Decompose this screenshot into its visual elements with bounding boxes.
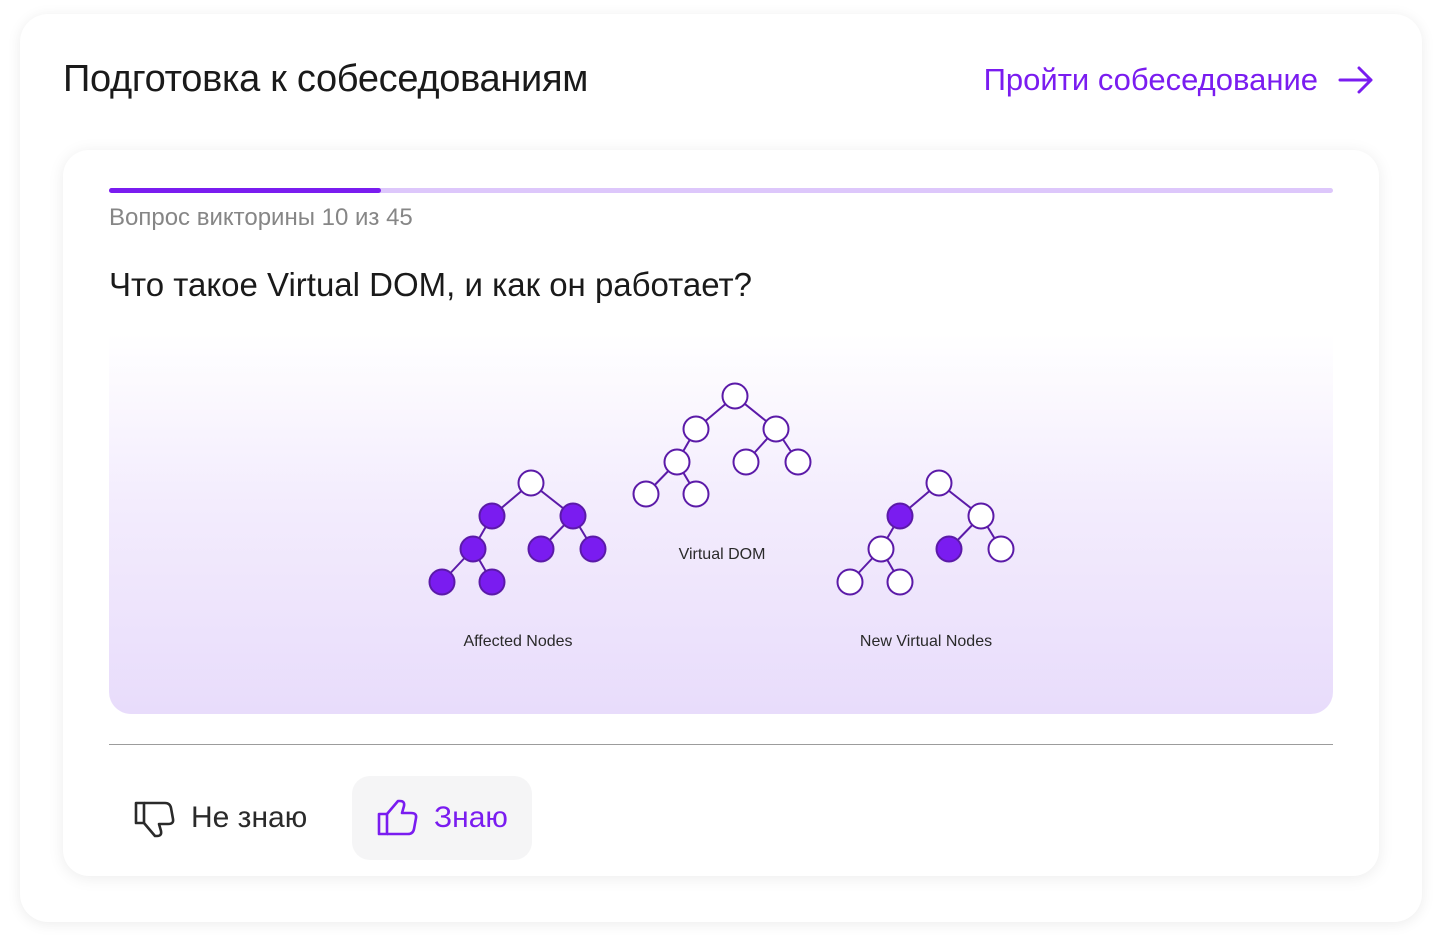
virtual-dom-illustration: Virtual DOM Affected Nodes New Virtual N…: [109, 334, 1333, 714]
question-counter: Вопрос викторины 10 из 45: [109, 204, 413, 231]
tree-node-filled: [478, 568, 506, 596]
panel-title: Подготовка к собеседованиям: [63, 58, 589, 100]
tree-node-empty: [517, 469, 545, 497]
tree-node-empty: [732, 448, 760, 476]
tree-node-empty: [784, 448, 812, 476]
arrow-right-icon: [1338, 66, 1374, 94]
tree-node-empty: [967, 502, 995, 530]
know-button[interactable]: Знаю: [352, 776, 532, 860]
tree-node-empty: [663, 448, 691, 476]
question-text: Что такое Virtual DOM, и как он работает…: [109, 266, 753, 303]
tree-node-filled: [559, 502, 587, 530]
tree-node-empty: [721, 382, 749, 410]
tree-node-empty: [632, 480, 660, 508]
tree-node-empty: [987, 535, 1015, 563]
thumbs-up-icon: [376, 798, 418, 838]
interview-prep-panel: Подготовка к собеседованиям Пройти собес…: [20, 14, 1422, 922]
tree-node-empty: [836, 568, 864, 596]
tree-node-filled: [459, 535, 487, 563]
tree-node-filled: [478, 502, 506, 530]
tree-node-empty: [886, 568, 914, 596]
start-interview-label: Пройти собеседование: [983, 62, 1318, 97]
quiz-progress-fill: [109, 188, 381, 193]
tree-node-empty: [925, 469, 953, 497]
tree-node-filled: [428, 568, 456, 596]
dont-know-button[interactable]: Не знаю: [109, 776, 331, 860]
quiz-progress-bar: [109, 188, 1333, 193]
affected-nodes-tree: [428, 469, 607, 596]
start-interview-link[interactable]: Пройти собеседование: [984, 62, 1374, 98]
new-virtual-nodes-tree: [836, 469, 1015, 596]
new-virtual-nodes-label: New Virtual Nodes: [859, 633, 993, 650]
thumbs-down-icon: [133, 798, 175, 838]
virtual-dom-tree: [632, 382, 812, 508]
tree-node-empty: [682, 415, 710, 443]
tree-node-filled: [886, 502, 914, 530]
tree-node-filled: [935, 535, 963, 563]
tree-node-empty: [682, 480, 710, 508]
tree-node-empty: [867, 535, 895, 563]
divider: [109, 744, 1333, 745]
dont-know-label: Не знаю: [191, 801, 308, 834]
tree-node-empty: [762, 415, 790, 443]
node-trees-diagram: [428, 382, 1015, 596]
affected-nodes-label: Affected Nodes: [463, 633, 573, 650]
quiz-card: Вопрос викторины 10 из 45 Что такое Virt…: [63, 150, 1379, 876]
tree-node-filled: [527, 535, 555, 563]
know-label: Знаю: [434, 801, 508, 834]
virtual-dom-label: Virtual DOM: [678, 546, 766, 563]
tree-node-filled: [579, 535, 607, 563]
